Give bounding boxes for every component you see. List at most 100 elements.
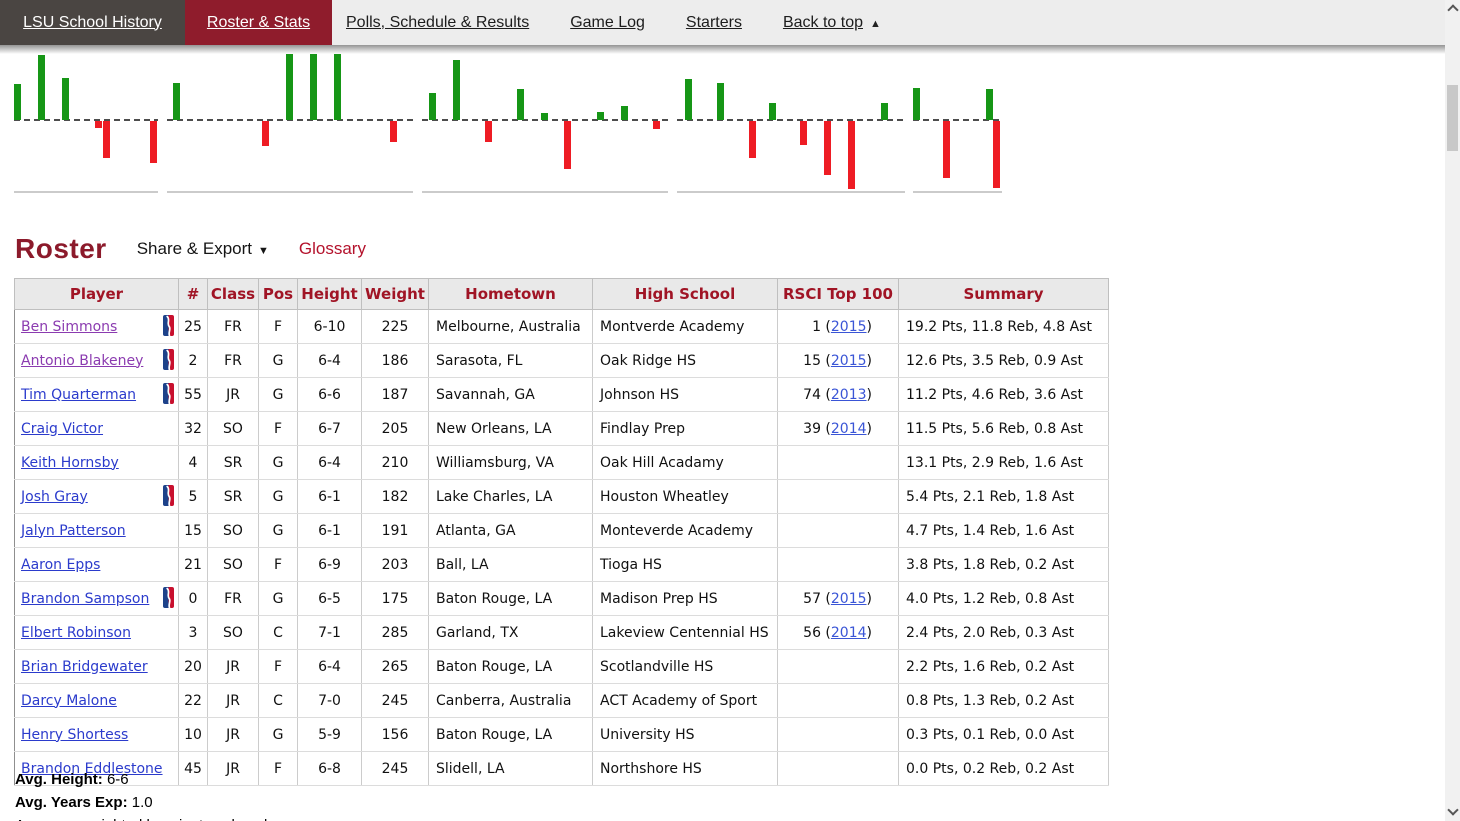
cell-class: SO [207, 411, 259, 446]
roster-stats-link[interactable]: Roster & Stats [207, 14, 310, 32]
cell-rsci: 1 (2015) [777, 309, 899, 344]
cell-number: 32 [178, 411, 208, 446]
rsci-year-link[interactable]: 2015 [831, 319, 867, 335]
cell-hometown: Slidell, LA [428, 751, 593, 786]
rsci-year-link[interactable]: 2015 [831, 353, 867, 369]
cell-class: JR [207, 377, 259, 412]
top-navbar: LSU School History Roster & Stats Polls,… [0, 0, 1445, 45]
cell-summary: 11.5 Pts, 5.6 Reb, 0.8 Ast [898, 411, 1109, 446]
player-link[interactable]: Ben Simmons [21, 319, 117, 335]
cell-number: 4 [178, 445, 208, 480]
player-link[interactable]: Aaron Epps [21, 557, 100, 573]
rsci-year-link[interactable]: 2015 [831, 591, 867, 607]
player-link[interactable]: Darcy Malone [21, 693, 117, 709]
rsci-year-link[interactable]: 2014 [831, 421, 867, 437]
player-link[interactable]: Henry Shortess [21, 727, 128, 743]
rsci-year-link[interactable]: 2014 [831, 625, 867, 641]
player-link[interactable]: Brandon Sampson [21, 591, 149, 607]
chart-month-separator [913, 191, 1002, 193]
cell-high-school: ACT Academy of Sport [592, 683, 778, 718]
col-header-number[interactable]: # [178, 278, 208, 310]
cell-weight: 245 [361, 683, 429, 718]
nba-logo-icon[interactable] [163, 383, 174, 404]
cell-rsci: 74 (2013) [777, 377, 899, 412]
cell-pos: G [258, 343, 298, 378]
player-link[interactable]: Antonio Blakeney [21, 353, 143, 369]
win-margin-bar [913, 88, 920, 120]
player-link[interactable]: Keith Hornsby [21, 455, 119, 471]
player-link[interactable]: Elbert Robinson [21, 625, 131, 641]
share-export-button[interactable]: Share & Export ▼ [137, 239, 269, 259]
loss-margin-bar [103, 121, 110, 158]
nba-logo-icon[interactable] [163, 485, 174, 506]
cell-high-school: Oak Ridge HS [592, 343, 778, 378]
chart-baseline [14, 119, 158, 121]
table-row: Josh Gray 5 SR G 6-1 182 Lake Charles, LA Houst… [14, 479, 1109, 514]
polls-schedule-results-link[interactable]: Polls, Schedule & Results [346, 14, 529, 32]
table-row: Antonio Blakeney 2 FR G 6-4 186 Sarasota, FL Oa… [14, 343, 1109, 378]
cell-hometown: Garland, TX [428, 615, 593, 650]
col-header-high-school[interactable]: High School [592, 278, 778, 310]
nba-logo-icon[interactable] [163, 349, 174, 370]
cell-rsci [777, 649, 899, 684]
win-margin-bar [62, 78, 69, 120]
cell-number: 20 [178, 649, 208, 684]
cell-high-school: Findlay Prep [592, 411, 778, 446]
win-margin-bar [517, 89, 524, 120]
cell-high-school: University HS [592, 717, 778, 752]
cell-hometown: Lake Charles, LA [428, 479, 593, 514]
scrollbar-down-arrow-icon[interactable] [1447, 804, 1459, 816]
glossary-link[interactable]: Glossary [299, 239, 366, 259]
averages-note: Averages weighted by minutes played [15, 814, 267, 821]
tab-roster-stats[interactable]: Roster & Stats [185, 0, 332, 45]
starters-link[interactable]: Starters [686, 14, 742, 32]
win-margin-bar [621, 106, 628, 120]
cell-height: 6-7 [297, 411, 362, 446]
col-header-height[interactable]: Height [297, 278, 362, 310]
cell-height: 7-0 [297, 683, 362, 718]
col-header-weight[interactable]: Weight [361, 278, 429, 310]
scrollbar-up-arrow-icon[interactable] [1446, 4, 1459, 16]
nba-logo-icon[interactable] [163, 315, 174, 336]
navbar-shadow [0, 45, 1445, 54]
win-margin-bar [881, 103, 888, 120]
col-header-hometown[interactable]: Hometown [428, 278, 593, 310]
cell-pos: F [258, 411, 298, 446]
col-header-pos[interactable]: Pos [258, 278, 298, 310]
player-link[interactable]: Brian Bridgewater [21, 659, 148, 675]
player-link[interactable]: Jalyn Patterson [21, 523, 126, 539]
cell-high-school: Montverde Academy [592, 309, 778, 344]
player-link[interactable]: Craig Victor [21, 421, 103, 437]
cell-player: Antonio Blakeney [14, 343, 179, 378]
cell-class: JR [207, 683, 259, 718]
school-history-link[interactable]: LSU School History [23, 14, 162, 32]
cell-pos: G [258, 513, 298, 548]
cell-rsci [777, 547, 899, 582]
player-link[interactable]: Tim Quarterman [21, 387, 136, 403]
cell-hometown: Canberra, Australia [428, 683, 593, 718]
col-header-player[interactable]: Player [14, 278, 179, 310]
cell-number: 55 [178, 377, 208, 412]
cell-height: 6-5 [297, 581, 362, 616]
col-header-summary[interactable]: Summary [898, 278, 1109, 310]
nba-logo-icon[interactable] [163, 587, 174, 608]
loss-margin-bar [800, 121, 807, 145]
rsci-year-link[interactable]: 2013 [831, 387, 867, 403]
cell-rsci: 15 (2015) [777, 343, 899, 378]
cell-weight: 182 [361, 479, 429, 514]
tab-school-history[interactable]: LSU School History [0, 0, 185, 45]
col-header-class[interactable]: Class [207, 278, 259, 310]
win-margin-bar [986, 89, 993, 120]
cell-rsci: 39 (2014) [777, 411, 899, 446]
scrollbar-thumb[interactable] [1447, 85, 1458, 151]
cell-player: Keith Hornsby [14, 445, 179, 480]
table-header-row: Player # Class Pos Height Weight Hometow… [14, 278, 1109, 310]
back-to-top-link[interactable]: Back to top ▲ [783, 14, 881, 32]
cell-pos: C [258, 615, 298, 650]
cell-weight: 191 [361, 513, 429, 548]
col-header-rsci[interactable]: RSCI Top 100 [777, 278, 899, 310]
game-log-link[interactable]: Game Log [570, 14, 645, 32]
scrollbar[interactable] [1445, 0, 1460, 821]
loss-margin-bar [824, 121, 831, 175]
player-link[interactable]: Josh Gray [21, 489, 88, 505]
